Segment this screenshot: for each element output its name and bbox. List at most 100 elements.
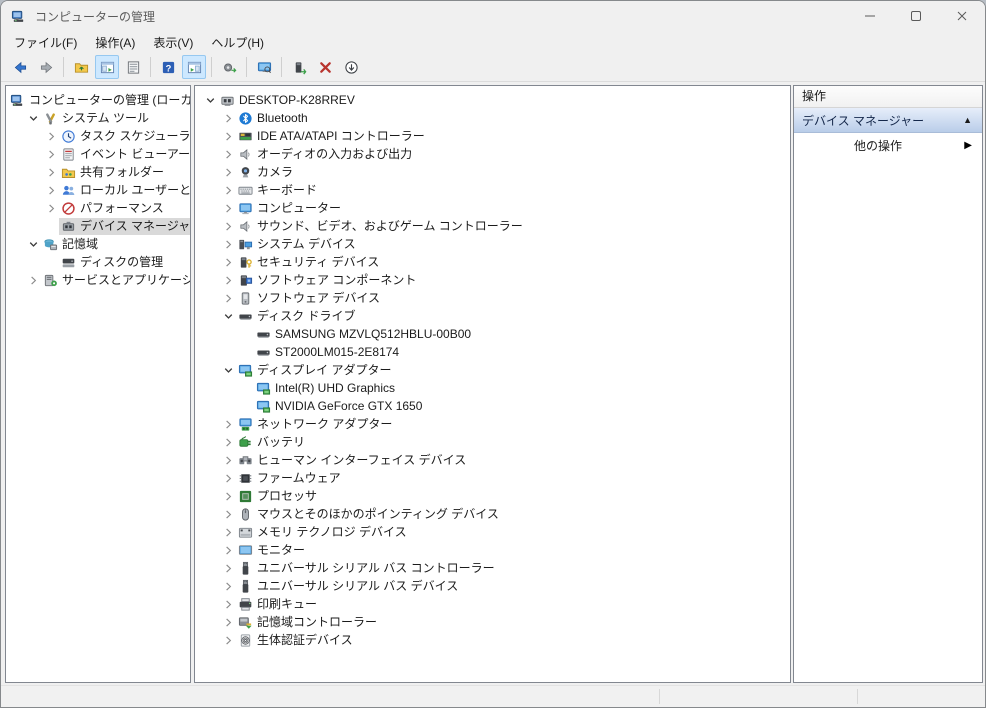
desktop-pc-icon [219, 93, 235, 108]
tree-item[interactable]: タスク スケジューラ [6, 127, 190, 145]
chevron-collapsed-icon[interactable] [221, 507, 236, 522]
chevron-collapsed-icon[interactable] [221, 417, 236, 432]
chevron-collapsed-icon[interactable] [221, 201, 236, 216]
tree-item[interactable]: サービスとアプリケーション [6, 271, 190, 289]
chevron-collapsed-icon[interactable] [26, 273, 41, 288]
chevron-collapsed-icon[interactable] [221, 165, 236, 180]
chevron-collapsed-icon[interactable] [221, 147, 236, 162]
help-button[interactable]: ? [156, 55, 180, 79]
chevron-collapsed-icon[interactable] [221, 489, 236, 504]
tree-item[interactable]: ユニバーサル シリアル バス デバイス [195, 577, 790, 595]
tree-item[interactable]: コンピューターの管理 (ローカル) [6, 91, 190, 109]
tree-item[interactable]: ディスク ドライブ [195, 307, 790, 325]
chevron-collapsed-icon[interactable] [221, 597, 236, 612]
tree-item[interactable]: 共有フォルダー [6, 163, 190, 181]
properties-button[interactable] [121, 55, 145, 79]
tree-item[interactable]: メモリ テクノロジ デバイス [195, 523, 790, 541]
tree-item[interactable]: サウンド、ビデオ、およびゲーム コントローラー [195, 217, 790, 235]
console-window-button[interactable] [95, 55, 119, 79]
tree-item[interactable]: 生体認証デバイス [195, 631, 790, 649]
tree-item[interactable]: NVIDIA GeForce GTX 1650 [195, 397, 790, 415]
chevron-collapsed-icon[interactable] [221, 183, 236, 198]
tree-item[interactable]: システム ツール [6, 109, 190, 127]
menu-view[interactable]: 表示(V) [144, 31, 202, 54]
chevron-collapsed-icon[interactable] [221, 543, 236, 558]
tree-item[interactable]: ソフトウェア コンポーネント [195, 271, 790, 289]
tree-item[interactable]: Intel(R) UHD Graphics [195, 379, 790, 397]
tree-item[interactable]: 記憶域コントローラー [195, 613, 790, 631]
chevron-collapsed-icon[interactable] [44, 147, 59, 162]
more-actions-item[interactable]: 他の操作 ▶ [794, 133, 982, 158]
forward-button[interactable] [34, 55, 58, 79]
tree-item[interactable]: ネットワーク アダプター [195, 415, 790, 433]
chevron-collapsed-icon[interactable] [221, 525, 236, 540]
tree-item[interactable]: 記憶域 [6, 235, 190, 253]
chevron-collapsed-icon[interactable] [221, 579, 236, 594]
chevron-collapsed-icon[interactable] [221, 291, 236, 306]
menu-help[interactable]: ヘルプ(H) [202, 31, 273, 54]
chevron-collapsed-icon[interactable] [44, 183, 59, 198]
tree-item[interactable]: DESKTOP-K28RREV [195, 91, 790, 109]
tree-item[interactable]: イベント ビューアー [6, 145, 190, 163]
tree-item[interactable]: マウスとそのほかのポインティング デバイス [195, 505, 790, 523]
chevron-collapsed-icon[interactable] [221, 111, 236, 126]
chevron-collapsed-icon[interactable] [221, 219, 236, 234]
chevron-collapsed-icon[interactable] [221, 471, 236, 486]
back-button[interactable] [8, 55, 32, 79]
uninstall-device-button[interactable] [313, 55, 337, 79]
chevron-expanded-icon[interactable] [203, 93, 218, 108]
tree-item[interactable]: ファームウェア [195, 469, 790, 487]
tree-item[interactable]: キーボード [195, 181, 790, 199]
tree-item[interactable]: SAMSUNG MZVLQ512HBLU-00B00 [195, 325, 790, 343]
disable-device-button[interactable] [339, 55, 363, 79]
chevron-collapsed-icon[interactable] [221, 615, 236, 630]
chevron-expanded-icon[interactable] [26, 111, 41, 126]
chevron-collapsed-icon[interactable] [221, 633, 236, 648]
chevron-collapsed-icon[interactable] [44, 201, 59, 216]
menu-file[interactable]: ファイル(F) [5, 31, 86, 54]
chevron-collapsed-icon[interactable] [221, 255, 236, 270]
chevron-collapsed-icon[interactable] [221, 435, 236, 450]
chevron-expanded-icon[interactable] [221, 363, 236, 378]
chevron-collapsed-icon[interactable] [221, 273, 236, 288]
tree-item[interactable]: ヒューマン インターフェイス デバイス [195, 451, 790, 469]
tree-item[interactable]: ディスプレイ アダプター [195, 361, 790, 379]
tree-item[interactable]: コンピューター [195, 199, 790, 217]
tree-item[interactable]: システム デバイス [195, 235, 790, 253]
chevron-collapsed-icon[interactable] [221, 237, 236, 252]
tree-item[interactable]: ソフトウェア デバイス [195, 289, 790, 307]
collapse-section-icon[interactable]: ▲ [963, 115, 972, 125]
tree-item[interactable]: ローカル ユーザーとグループ [6, 181, 190, 199]
actions-section-device-manager[interactable]: デバイス マネージャー ▲ [794, 108, 982, 133]
tree-item[interactable]: ST2000LM015-2E8174 [195, 343, 790, 361]
export-list-button[interactable] [217, 55, 241, 79]
tree-item[interactable]: IDE ATA/ATAPI コントローラー [195, 127, 790, 145]
minimize-button[interactable] [847, 1, 893, 31]
tree-item[interactable]: デバイス マネージャー [6, 217, 190, 235]
update-driver-button[interactable] [287, 55, 311, 79]
chevron-expanded-icon[interactable] [221, 309, 236, 324]
tree-item[interactable]: カメラ [195, 163, 790, 181]
menu-action[interactable]: 操作(A) [86, 31, 144, 54]
chevron-expanded-icon[interactable] [26, 237, 41, 252]
tree-item[interactable]: オーディオの入力および出力 [195, 145, 790, 163]
close-button[interactable] [939, 1, 985, 31]
chevron-collapsed-icon[interactable] [44, 129, 59, 144]
chevron-collapsed-icon[interactable] [221, 129, 236, 144]
tree-item[interactable]: ユニバーサル シリアル バス コントローラー [195, 559, 790, 577]
tree-item[interactable]: パフォーマンス [6, 199, 190, 217]
chevron-collapsed-icon[interactable] [44, 165, 59, 180]
show-console-tree-button[interactable] [69, 55, 93, 79]
tree-item[interactable]: バッテリ [195, 433, 790, 451]
tree-item[interactable]: プロセッサ [195, 487, 790, 505]
show-action-pane-button[interactable] [182, 55, 206, 79]
tree-item[interactable]: セキュリティ デバイス [195, 253, 790, 271]
tree-item[interactable]: モニター [195, 541, 790, 559]
tree-item[interactable]: 印刷キュー [195, 595, 790, 613]
tree-item[interactable]: ディスクの管理 [6, 253, 190, 271]
chevron-collapsed-icon[interactable] [221, 561, 236, 576]
tree-item[interactable]: Bluetooth [195, 109, 790, 127]
remote-computer-button[interactable] [252, 55, 276, 79]
maximize-button[interactable] [893, 1, 939, 31]
chevron-collapsed-icon[interactable] [221, 453, 236, 468]
